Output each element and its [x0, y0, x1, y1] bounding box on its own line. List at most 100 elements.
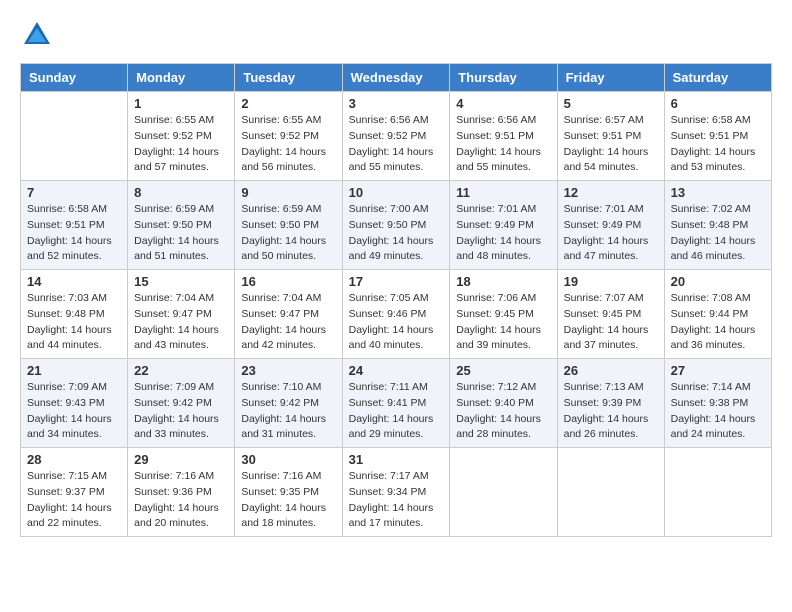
calendar-day-cell: 7 Sunrise: 6:58 AMSunset: 9:51 PMDaylight… [21, 181, 128, 270]
day-number: 11 [456, 185, 550, 200]
calendar-day-cell: 23 Sunrise: 7:10 AMSunset: 9:42 PMDayligh… [235, 359, 342, 448]
calendar-day-cell: 11 Sunrise: 7:01 AMSunset: 9:49 PMDayligh… [450, 181, 557, 270]
calendar-day-cell: 9 Sunrise: 6:59 AMSunset: 9:50 PMDaylight… [235, 181, 342, 270]
calendar-day-cell: 3 Sunrise: 6:56 AMSunset: 9:52 PMDaylight… [342, 92, 450, 181]
day-number: 29 [134, 452, 228, 467]
logo-icon [22, 20, 52, 50]
day-info: Sunrise: 6:59 AMSunset: 9:50 PMDaylight:… [134, 202, 228, 265]
calendar-day-cell: 15 Sunrise: 7:04 AMSunset: 9:47 PMDayligh… [128, 270, 235, 359]
calendar-day-cell: 2Sunrise: 6:55 AMSunset: 9:52 PMDaylight… [235, 92, 342, 181]
day-number: 4 [456, 96, 550, 111]
calendar: SundayMondayTuesdayWednesdayThursdayFrid… [20, 63, 772, 537]
day-number: 22 [134, 363, 228, 378]
day-info: Sunrise: 7:12 AMSunset: 9:40 PMDaylight:… [456, 380, 550, 443]
day-number: 1 [134, 96, 228, 111]
day-info: Sunrise: 7:16 AMSunset: 9:35 PMDaylight:… [241, 469, 335, 532]
day-number: 10 [349, 185, 444, 200]
day-info: Sunrise: 7:10 AMSunset: 9:42 PMDaylight:… [241, 380, 335, 443]
calendar-week-row: 1 Sunrise: 6:55 AMSunset: 9:52 PMDaylight… [21, 92, 772, 181]
calendar-day-cell: 18Sunrise: 7:06 AMSunset: 9:45 PMDayligh… [450, 270, 557, 359]
weekday-header: Thursday [450, 64, 557, 92]
calendar-day-cell: 20Sunrise: 7:08 AMSunset: 9:44 PMDayligh… [664, 270, 771, 359]
calendar-day-cell: 19Sunrise: 7:07 AMSunset: 9:45 PMDayligh… [557, 270, 664, 359]
day-number: 15 [134, 274, 228, 289]
calendar-day-cell: 6 Sunrise: 6:58 AMSunset: 9:51 PMDaylight… [664, 92, 771, 181]
day-info: Sunrise: 6:57 AMSunset: 9:51 PMDaylight:… [564, 113, 658, 176]
day-number: 23 [241, 363, 335, 378]
calendar-day-cell: 12 Sunrise: 7:01 AMSunset: 9:49 PMDayligh… [557, 181, 664, 270]
day-number: 7 [27, 185, 121, 200]
day-number: 2 [241, 96, 335, 111]
day-info: Sunrise: 7:04 AMSunset: 9:47 PMDaylight:… [241, 291, 335, 354]
calendar-day-cell: 16 Sunrise: 7:04 AMSunset: 9:47 PMDayligh… [235, 270, 342, 359]
day-info: Sunrise: 7:09 AMSunset: 9:43 PMDaylight:… [27, 380, 121, 443]
calendar-header-row: SundayMondayTuesdayWednesdayThursdayFrid… [21, 64, 772, 92]
day-number: 8 [134, 185, 228, 200]
day-info: Sunrise: 7:02 AMSunset: 9:48 PMDaylight:… [671, 202, 765, 265]
calendar-day-cell: 5 Sunrise: 6:57 AMSunset: 9:51 PMDaylight… [557, 92, 664, 181]
day-info: Sunrise: 6:56 AMSunset: 9:51 PMDaylight:… [456, 113, 550, 176]
calendar-day-cell: 1 Sunrise: 6:55 AMSunset: 9:52 PMDaylight… [128, 92, 235, 181]
calendar-day-cell: 25 Sunrise: 7:12 AMSunset: 9:40 PMDayligh… [450, 359, 557, 448]
weekday-header: Sunday [21, 64, 128, 92]
day-number: 5 [564, 96, 658, 111]
calendar-day-cell: 17Sunrise: 7:05 AMSunset: 9:46 PMDayligh… [342, 270, 450, 359]
calendar-day-cell [664, 448, 771, 537]
day-info: Sunrise: 7:13 AMSunset: 9:39 PMDaylight:… [564, 380, 658, 443]
calendar-week-row: 21 Sunrise: 7:09 AMSunset: 9:43 PMDayligh… [21, 359, 772, 448]
day-number: 14 [27, 274, 121, 289]
day-number: 25 [456, 363, 550, 378]
day-number: 9 [241, 185, 335, 200]
day-number: 16 [241, 274, 335, 289]
day-number: 27 [671, 363, 765, 378]
calendar-day-cell: 24Sunrise: 7:11 AMSunset: 9:41 PMDayligh… [342, 359, 450, 448]
day-number: 18 [456, 274, 550, 289]
weekday-header: Wednesday [342, 64, 450, 92]
day-info: Sunrise: 6:55 AMSunset: 9:52 PMDaylight:… [134, 113, 228, 176]
calendar-day-cell: 8 Sunrise: 6:59 AMSunset: 9:50 PMDaylight… [128, 181, 235, 270]
calendar-day-cell: 29 Sunrise: 7:16 AMSunset: 9:36 PMDayligh… [128, 448, 235, 537]
day-info: Sunrise: 7:14 AMSunset: 9:38 PMDaylight:… [671, 380, 765, 443]
day-info: Sunrise: 7:00 AMSunset: 9:50 PMDaylight:… [349, 202, 444, 265]
day-info: Sunrise: 6:58 AMSunset: 9:51 PMDaylight:… [671, 113, 765, 176]
day-number: 12 [564, 185, 658, 200]
day-info: Sunrise: 6:56 AMSunset: 9:52 PMDaylight:… [349, 113, 444, 176]
calendar-day-cell: 26 Sunrise: 7:13 AMSunset: 9:39 PMDayligh… [557, 359, 664, 448]
calendar-day-cell: 4 Sunrise: 6:56 AMSunset: 9:51 PMDaylight… [450, 92, 557, 181]
calendar-day-cell [450, 448, 557, 537]
day-info: Sunrise: 7:01 AMSunset: 9:49 PMDaylight:… [456, 202, 550, 265]
day-info: Sunrise: 7:04 AMSunset: 9:47 PMDaylight:… [134, 291, 228, 354]
day-info: Sunrise: 7:17 AMSunset: 9:34 PMDaylight:… [349, 469, 444, 532]
day-number: 3 [349, 96, 444, 111]
day-number: 24 [349, 363, 444, 378]
day-info: Sunrise: 7:09 AMSunset: 9:42 PMDaylight:… [134, 380, 228, 443]
calendar-day-cell: 10 Sunrise: 7:00 AMSunset: 9:50 PMDayligh… [342, 181, 450, 270]
calendar-day-cell [557, 448, 664, 537]
day-info: Sunrise: 7:16 AMSunset: 9:36 PMDaylight:… [134, 469, 228, 532]
calendar-day-cell: 14Sunrise: 7:03 AMSunset: 9:48 PMDayligh… [21, 270, 128, 359]
calendar-day-cell: 30 Sunrise: 7:16 AMSunset: 9:35 PMDayligh… [235, 448, 342, 537]
day-number: 30 [241, 452, 335, 467]
day-number: 26 [564, 363, 658, 378]
weekday-header: Saturday [664, 64, 771, 92]
day-number: 13 [671, 185, 765, 200]
calendar-day-cell: 22 Sunrise: 7:09 AMSunset: 9:42 PMDayligh… [128, 359, 235, 448]
day-info: Sunrise: 7:05 AMSunset: 9:46 PMDaylight:… [349, 291, 444, 354]
day-info: Sunrise: 7:08 AMSunset: 9:44 PMDaylight:… [671, 291, 765, 354]
day-info: Sunrise: 7:01 AMSunset: 9:49 PMDaylight:… [564, 202, 658, 265]
calendar-day-cell [21, 92, 128, 181]
calendar-day-cell: 13 Sunrise: 7:02 AMSunset: 9:48 PMDayligh… [664, 181, 771, 270]
weekday-header: Friday [557, 64, 664, 92]
calendar-day-cell: 28Sunrise: 7:15 AMSunset: 9:37 PMDayligh… [21, 448, 128, 537]
header [20, 20, 772, 55]
day-number: 6 [671, 96, 765, 111]
day-info: Sunrise: 7:15 AMSunset: 9:37 PMDaylight:… [27, 469, 121, 532]
day-number: 31 [349, 452, 444, 467]
calendar-week-row: 14Sunrise: 7:03 AMSunset: 9:48 PMDayligh… [21, 270, 772, 359]
day-number: 19 [564, 274, 658, 289]
calendar-day-cell: 27 Sunrise: 7:14 AMSunset: 9:38 PMDayligh… [664, 359, 771, 448]
day-info: Sunrise: 6:59 AMSunset: 9:50 PMDaylight:… [241, 202, 335, 265]
day-number: 21 [27, 363, 121, 378]
day-info: Sunrise: 6:58 AMSunset: 9:51 PMDaylight:… [27, 202, 121, 265]
calendar-week-row: 28Sunrise: 7:15 AMSunset: 9:37 PMDayligh… [21, 448, 772, 537]
